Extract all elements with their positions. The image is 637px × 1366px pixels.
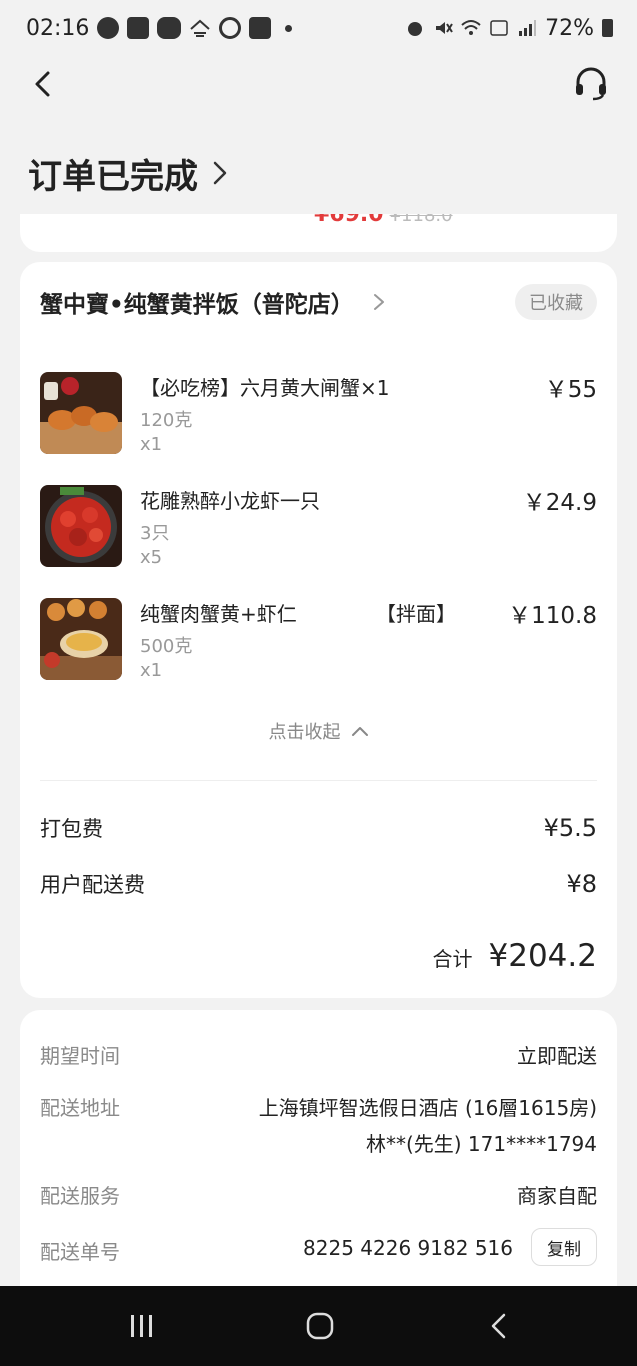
total-amount: ¥204.2 — [488, 938, 597, 974]
item-spec: 500克 — [140, 636, 193, 657]
delivery-fee-row: 用户配送费 ¥8 — [40, 866, 597, 902]
order-item[interactable]: 纯蟹肉蟹黄+虾仁 【拌面】 500克 x1 ￥110.8 — [40, 598, 597, 688]
previous-card-bottom: ¥69.0 ¥118.0 — [20, 214, 617, 252]
grid-icon — [127, 17, 150, 39]
delivery-fee-label: 用户配送费 — [40, 873, 145, 897]
item-quantity: x5 — [140, 547, 163, 568]
item-price: ￥110.8 — [508, 603, 597, 629]
system-navigation-bar — [0, 1286, 637, 1366]
packing-fee-row: 打包费 ¥5.5 — [40, 810, 597, 846]
item-image — [40, 485, 122, 567]
delivery-number-row: 配送单号 8225 4226 9182 516 复制 — [40, 1228, 597, 1266]
order-item[interactable]: 花雕熟醉小龙虾一只 3只 x5 ￥24.9 — [40, 485, 597, 575]
status-right: 72% — [405, 16, 613, 41]
status-bar: 02:16 72% — [0, 0, 637, 56]
customer-service-headset-icon[interactable] — [573, 66, 609, 102]
volte-icon — [490, 20, 508, 36]
expected-time-value: 立即配送 — [517, 1044, 597, 1068]
chevron-up-icon — [351, 727, 368, 736]
battery-icon — [602, 19, 613, 37]
delivery-service-label: 配送服务 — [40, 1184, 120, 1208]
item-quantity: x1 — [140, 660, 163, 681]
back-icon[interactable] — [486, 1312, 510, 1340]
item-image — [40, 372, 122, 454]
status-left: 02:16 — [26, 15, 293, 41]
delivery-info-card: 期望时间 立即配送 配送地址 上海镇坪智选假日酒店 (16層1615房) 林**… — [20, 1010, 617, 1300]
home-icon[interactable] — [305, 1312, 335, 1340]
delivery-contact: 林**(先生) 171****1794 — [365, 1132, 597, 1156]
minus-circle-icon — [97, 17, 120, 39]
item-price: ￥24.9 — [522, 490, 597, 516]
app-icon — [249, 17, 272, 39]
copy-button[interactable]: 复制 — [531, 1228, 597, 1266]
target-icon — [219, 17, 242, 39]
item-image — [40, 598, 122, 680]
delivery-service-row: 配送服务 商家自配 — [40, 1180, 597, 1210]
favorite-badge[interactable]: 已收藏 — [515, 284, 597, 320]
line-icon — [157, 17, 182, 39]
clock: 02:16 — [26, 15, 90, 41]
battery-percent: 72% — [545, 15, 594, 41]
recent-apps-icon[interactable] — [128, 1312, 156, 1340]
page-title: 订单已完成 — [28, 156, 198, 197]
store-row[interactable]: 蟹中寶•纯蟹黄拌饭（普陀店） 已收藏 — [40, 282, 597, 322]
item-name: 纯蟹肉蟹黄+虾仁 — [140, 602, 297, 626]
item-spec: 3只 — [140, 523, 170, 544]
signal-icon — [519, 20, 537, 36]
back-arrow-icon[interactable] — [28, 68, 60, 100]
total-row: 合计 ¥204.2 — [433, 938, 597, 974]
packing-fee-value: ¥5.5 — [543, 814, 597, 842]
delivery-number-label: 配送单号 — [40, 1240, 120, 1264]
partial-price: ¥69.0 ¥118.0 — [314, 214, 453, 227]
more-dot-icon — [285, 24, 293, 32]
wifi-icon — [461, 20, 481, 35]
packing-fee-label: 打包费 — [40, 817, 103, 841]
chevron-right-icon — [373, 294, 384, 310]
item-price: ￥55 — [544, 377, 597, 403]
delivery-number-value: 8225 4226 9182 516 — [303, 1236, 513, 1260]
divider — [40, 780, 597, 781]
order-detail-card: 蟹中寶•纯蟹黄拌饭（普陀店） 已收藏 【必吃榜】六月黄大闸蟹×1 120克 x1… — [20, 262, 617, 998]
expected-time-row: 期望时间 立即配送 — [40, 1040, 597, 1070]
store-name: 蟹中寶•纯蟹黄拌饭（普陀店） — [40, 292, 354, 318]
top-navigation — [0, 60, 637, 110]
delivery-service-value: 商家自配 — [517, 1184, 597, 1208]
total-label: 合计 — [432, 947, 473, 971]
item-spec: 120克 — [140, 410, 193, 431]
order-status-title[interactable]: 订单已完成 — [28, 148, 230, 198]
collapse-button[interactable]: 点击收起 — [20, 718, 617, 744]
partial-price-new: ¥69.0 — [314, 214, 384, 227]
collapse-label: 点击收起 — [268, 722, 341, 743]
delivery-address-line1: 上海镇坪智选假日酒店 (16層1615房) — [258, 1096, 597, 1120]
partial-price-old: ¥118.0 — [389, 214, 453, 226]
home-wifi-icon — [190, 19, 211, 37]
delivery-address-label: 配送地址 — [40, 1096, 120, 1120]
item-name: 花雕熟醉小龙虾一只 — [140, 489, 320, 513]
alarm-icon — [408, 22, 423, 36]
chevron-right-icon — [213, 161, 227, 185]
mute-icon — [436, 22, 453, 34]
delivery-fee-value: ¥8 — [566, 870, 597, 898]
order-item[interactable]: 【必吃榜】六月黄大闸蟹×1 120克 x1 ￥55 — [40, 372, 597, 462]
item-name-extra: 【拌面】 — [376, 602, 456, 626]
expected-time-label: 期望时间 — [40, 1044, 120, 1068]
item-name: 【必吃榜】六月黄大闸蟹×1 — [140, 376, 390, 400]
delivery-address-row: 配送地址 上海镇坪智选假日酒店 (16層1615房) 林**(先生) 171**… — [40, 1092, 597, 1162]
item-quantity: x1 — [140, 434, 163, 455]
